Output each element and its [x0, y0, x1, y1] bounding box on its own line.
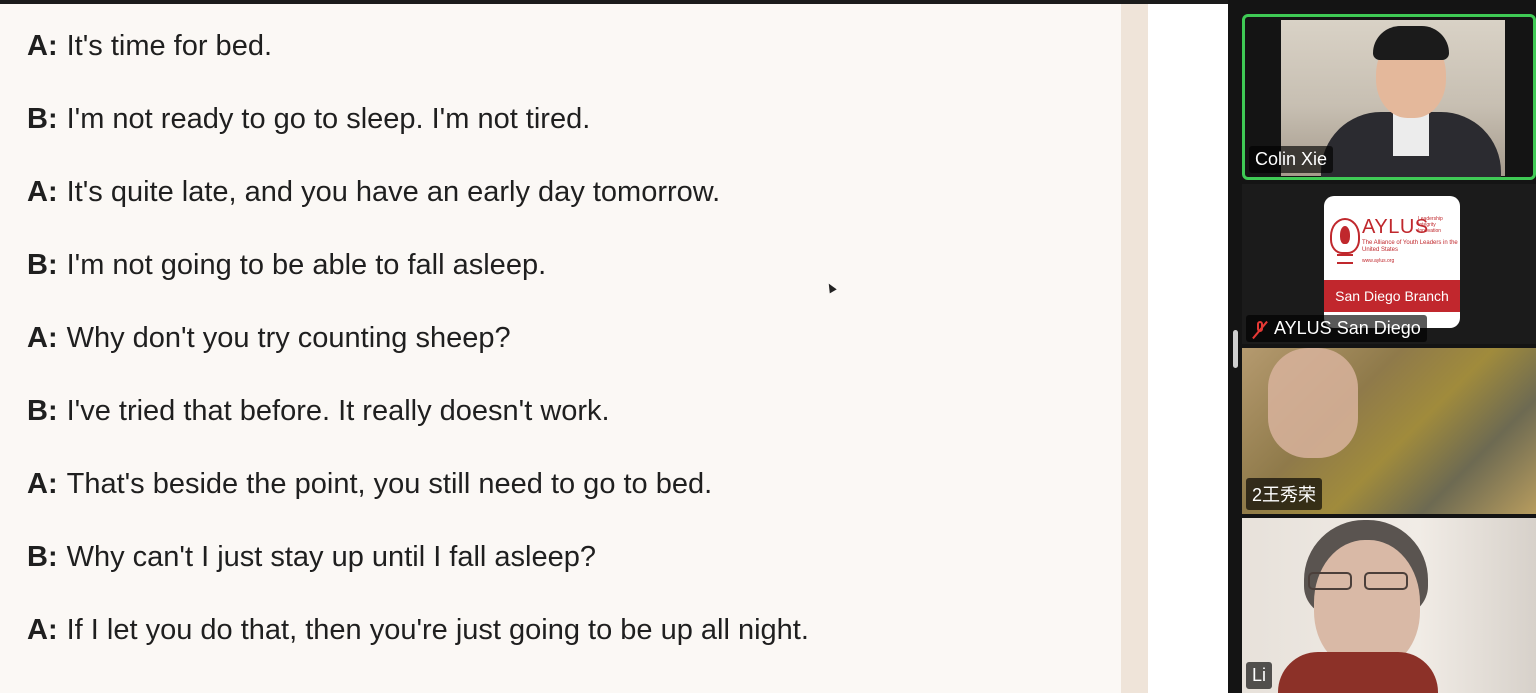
video-figure [1393, 112, 1429, 156]
panel-resize-handle[interactable] [1233, 330, 1238, 368]
dialogue-line: A: That's beside the point, you still nee… [27, 467, 712, 501]
participant-tile-li[interactable]: Li [1242, 518, 1536, 693]
video-figure [1278, 652, 1438, 693]
video-figure [1268, 348, 1358, 458]
dialogue-text: It's quite late, and you have an early d… [66, 176, 721, 208]
dialogue-text: That's beside the point, you still need … [66, 468, 713, 500]
speaker-label: A: [27, 614, 58, 646]
video-figure [1314, 540, 1420, 670]
dialogue-text: I'm not ready to go to sleep. I'm not ti… [66, 103, 591, 135]
dialogue-line: B: I'm not ready to go to sleep. I'm not … [27, 102, 590, 136]
participant-name: 2王秀荣 [1246, 478, 1323, 510]
speaker-label: B: [27, 103, 58, 135]
participant-name-tag: AYLUS San Diego [1246, 315, 1427, 342]
logo-full-name: The Alliance of Youth Leaders in the Uni… [1362, 240, 1458, 253]
shared-document: A: It's time for bed. B: I'm not ready to … [0, 4, 1121, 693]
aylus-logo: AYLUS Leadership Integrity Innovation Th… [1324, 196, 1460, 328]
speaker-label: A: [27, 176, 58, 208]
dialogue-text: Why don't you try counting sheep? [66, 322, 511, 354]
logo-website: www.aylus.org [1362, 258, 1395, 264]
glasses-icon [1308, 572, 1420, 590]
dialogue-line: A: It's quite late, and you have an early… [27, 175, 720, 209]
logo-branch: San Diego Branch [1324, 280, 1460, 312]
dialogue-line: B: Why can't I just stay up until I fall … [27, 540, 596, 574]
dialogue-text: It's time for bed. [66, 30, 273, 62]
participant-name: Li [1246, 662, 1273, 689]
logo-motto: Leadership Integrity Innovation [1418, 216, 1443, 234]
flame-icon [1340, 226, 1350, 244]
bulb-base-icon [1337, 254, 1353, 264]
speaker-label: A: [27, 30, 58, 62]
video-figure [1373, 26, 1449, 60]
participant-tile-aylus-san-diego[interactable]: AYLUS Leadership Integrity Innovation Th… [1242, 184, 1536, 344]
participant-name: AYLUS San Diego [1274, 318, 1421, 338]
participant-name: Colin Xie [1249, 146, 1334, 173]
dialogue-text: I'm not going to be able to fall asleep. [66, 249, 547, 281]
speaker-label: A: [27, 468, 58, 500]
dialogue-line: A: If I let you do that, then you're just… [27, 613, 809, 647]
dialogue-line: A: Why don't you try counting sheep? [27, 321, 511, 355]
speaker-label: B: [27, 395, 58, 427]
speaker-label: B: [27, 541, 58, 573]
dialogue-text: If I let you do that, then you're just g… [66, 614, 809, 646]
participant-tile-colin-xie[interactable]: Colin Xie [1242, 14, 1536, 180]
dialogue-text: Why can't I just stay up until I fall as… [66, 541, 597, 573]
speaker-label: B: [27, 249, 58, 281]
dialogue-line: A: It's time for bed. [27, 29, 272, 63]
gutter [1148, 4, 1228, 693]
document-scrollbar[interactable] [1121, 4, 1148, 693]
mic-muted-icon [1252, 320, 1268, 339]
dialogue-text: I've tried that before. It really doesn'… [66, 395, 610, 427]
mouse-cursor-icon [825, 281, 837, 294]
dialogue-line: B: I'm not going to be able to fall aslee… [27, 248, 546, 282]
participant-tile-wang-xiurong[interactable]: 2王秀荣 [1242, 348, 1536, 514]
dialogue-line: B: I've tried that before. It really does… [27, 394, 610, 428]
speaker-label: A: [27, 322, 58, 354]
